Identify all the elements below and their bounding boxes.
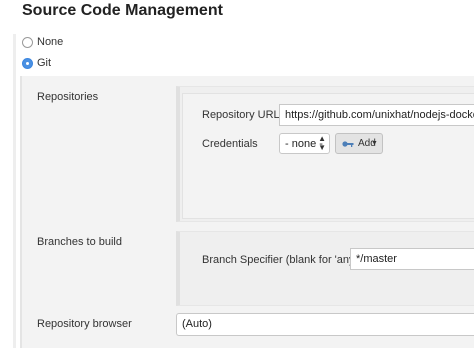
section-title: Source Code Management (22, 2, 223, 19)
radio-git[interactable] (22, 58, 33, 69)
credentials-label: Credentials (202, 138, 258, 150)
branch-specifier-input[interactable]: */master (350, 248, 474, 270)
branch-specifier-label: Branch Specifier (blank for 'any') (202, 254, 361, 266)
repository-url-input[interactable]: https://github.com/unixhat/nodejs-docker (279, 104, 474, 126)
branches-label: Branches to build (37, 236, 122, 248)
radio-git-label[interactable]: Git (37, 56, 51, 70)
add-credentials-button[interactable]: Add ▼ (335, 133, 383, 154)
repository-browser-label: Repository browser (37, 318, 132, 330)
key-icon (342, 141, 354, 147)
radio-none[interactable] (22, 37, 33, 48)
credentials-select[interactable]: - none - ▲ ▼ (279, 133, 330, 154)
select-arrows-icon: ▲ ▼ (318, 134, 326, 152)
git-config-indent (20, 76, 22, 348)
radio-none-label[interactable]: None (37, 35, 63, 49)
repository-browser-select[interactable]: (Auto) (176, 313, 474, 336)
repositories-label: Repositories (37, 91, 99, 103)
dropdown-arrow-icon: ▼ (371, 140, 378, 147)
section-divider (13, 34, 16, 348)
repository-url-label: Repository URL (202, 109, 280, 121)
